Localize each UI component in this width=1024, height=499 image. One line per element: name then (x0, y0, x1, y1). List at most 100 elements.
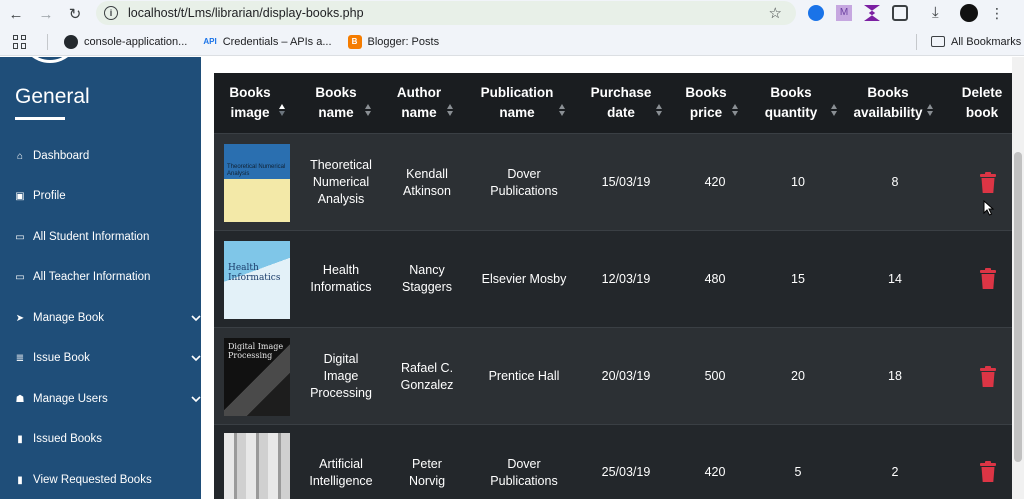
sort-icon[interactable] (926, 103, 934, 117)
extensions-puzzle-icon[interactable] (892, 5, 908, 21)
purchase-date: 25/03/19 (601, 465, 651, 479)
book-quantity: 15 (791, 272, 805, 286)
bookmark-star-icon[interactable]: ☆ (769, 4, 782, 22)
id-card-icon: ▣ (15, 190, 25, 202)
book-availability: 14 (888, 272, 902, 286)
sidebar-item-manage-users[interactable]: ☗ Manage Users (0, 388, 201, 410)
forward-arrow-icon[interactable]: → (34, 2, 58, 26)
browser-toolbar: ← → ↻ i localhost/t/Lms/librarian/displa… (0, 0, 1024, 28)
book-cover-image: Digital Image Processing (224, 338, 290, 416)
extension-z-icon[interactable] (864, 5, 880, 21)
trash-icon[interactable] (979, 172, 997, 194)
purchase-date: 12/03/19 (601, 272, 651, 286)
book-name: Digital Image Processing (310, 352, 372, 400)
url-text: localhost/t/Lms/librarian/display-books.… (128, 6, 364, 20)
page-scrollbar[interactable] (1012, 57, 1024, 499)
sidebar-item-view-requested-books[interactable]: ▮ View Requested Books (0, 469, 201, 491)
purchase-date: 15/03/19 (601, 175, 651, 189)
purchase-date: 20/03/19 (601, 369, 651, 383)
all-bookmarks[interactable]: All Bookmarks (931, 36, 1021, 48)
chevron-down-icon[interactable] (191, 394, 201, 404)
sidebar-item-all-teacher-information[interactable]: ▭ All Teacher Information (0, 266, 201, 288)
book-cover-image: Health Informatics (224, 241, 290, 319)
sidebar-title: General (15, 85, 90, 108)
title-underline (15, 117, 65, 120)
author-name: Nancy Staggers (401, 263, 453, 294)
book-price: 420 (704, 465, 726, 479)
scrollbar-thumb[interactable] (1014, 152, 1022, 462)
users-icon: ☗ (15, 393, 25, 405)
bookmark-credentials[interactable]: API Credentials – APIs a... (203, 35, 331, 49)
author-name: Kendall Atkinson (403, 167, 451, 198)
header-books-availability[interactable]: Books availability (850, 83, 926, 123)
header-purchase-date[interactable]: Purchase date (584, 83, 658, 123)
publication-name: Dover Publications (490, 167, 558, 198)
publication-name: Dover Publications (490, 457, 558, 488)
address-bar[interactable]: i localhost/t/Lms/librarian/display-book… (96, 1, 796, 25)
trash-icon[interactable] (979, 461, 997, 483)
chevron-down-icon[interactable] (191, 353, 201, 363)
logo (20, 57, 80, 63)
blogger-icon: B (347, 34, 362, 49)
sort-icon[interactable] (830, 103, 838, 117)
sidebar-item-dashboard[interactable]: ⌂ Dashboard (0, 145, 201, 167)
mouse-cursor-icon (983, 200, 995, 216)
header-publication-name[interactable]: Publication name (472, 83, 562, 123)
book-price: 420 (704, 175, 726, 189)
table-row: Artificial Intelligence Peter Norvig Dover… (214, 424, 1012, 499)
header-books-name[interactable]: Books name (306, 83, 366, 123)
sort-ascending-icon[interactable] (278, 103, 286, 117)
book-quantity: 10 (791, 175, 805, 189)
header-books-price[interactable]: Books price (680, 83, 732, 123)
extension-m-icon[interactable]: M (836, 5, 852, 21)
books-table: Books image Books name Author name Publicat… (214, 73, 1012, 499)
site-info-icon[interactable]: i (104, 6, 118, 20)
book-cover-image (224, 433, 290, 499)
monitor-icon: ▭ (15, 271, 25, 283)
profile-avatar[interactable] (960, 4, 978, 22)
table-row: Theoretical Numerical Analysis Theoretic… (214, 133, 1012, 230)
book-name: Theoretical Numerical Analysis (310, 158, 372, 206)
book-quantity: 5 (794, 465, 802, 479)
main-content: Books image Books name Author name Publicat… (201, 57, 1012, 499)
header-delete-book[interactable]: Delete book (956, 83, 1008, 123)
sidebar-item-issue-book[interactable]: ≣ Issue Book (0, 347, 201, 369)
header-books-image[interactable]: Books image (222, 83, 278, 123)
bookmarks-bar: console-application... API Credentials –… (0, 28, 1024, 56)
extension-blue-icon[interactable] (808, 5, 824, 21)
book-price: 500 (704, 369, 726, 383)
book-availability: 2 (891, 465, 899, 479)
folder-icon (931, 36, 945, 47)
apps-grid-icon[interactable] (13, 34, 27, 49)
book-availability: 18 (888, 369, 902, 383)
bookmark-divider (47, 33, 48, 50)
chevron-down-icon[interactable] (191, 313, 201, 323)
sidebar-item-manage-book[interactable]: ➤ Manage Book (0, 307, 201, 329)
trash-icon[interactable] (979, 366, 997, 388)
sidebar-item-all-student-information[interactable]: ▭ All Student Information (0, 226, 201, 248)
menu-kebab-icon[interactable]: ⋮ (990, 5, 1004, 22)
back-arrow-icon[interactable]: ← (4, 2, 28, 26)
bookmark-console[interactable]: console-application... (64, 34, 187, 49)
header-author-name[interactable]: Author name (389, 83, 449, 123)
list-icon: ≣ (15, 352, 25, 364)
author-name: Rafael C. Gonzalez (400, 361, 454, 392)
header-books-quantity[interactable]: Books quantity (760, 83, 822, 123)
sidebar-item-issued-books[interactable]: ▮ Issued Books (0, 428, 201, 450)
sort-icon[interactable] (364, 103, 372, 117)
monitor-icon: ▭ (15, 231, 25, 243)
bookmark-blogger[interactable]: B Blogger: Posts (347, 34, 439, 49)
book-price: 480 (704, 272, 726, 286)
download-icon[interactable]: ⤓ (932, 5, 948, 21)
sidebar-item-profile[interactable]: ▣ Profile (0, 185, 201, 207)
sort-icon[interactable] (731, 103, 739, 117)
book-name: Artificial Intelligence (309, 457, 373, 488)
publication-name: Elsevier Mosby (481, 272, 567, 286)
reload-icon[interactable]: ↻ (63, 2, 87, 26)
sort-icon[interactable] (446, 103, 454, 117)
sort-icon[interactable] (558, 103, 566, 117)
trash-icon[interactable] (979, 268, 997, 290)
book-icon: ▮ (17, 474, 23, 486)
book-availability: 8 (891, 175, 899, 189)
sort-icon[interactable] (655, 103, 663, 117)
